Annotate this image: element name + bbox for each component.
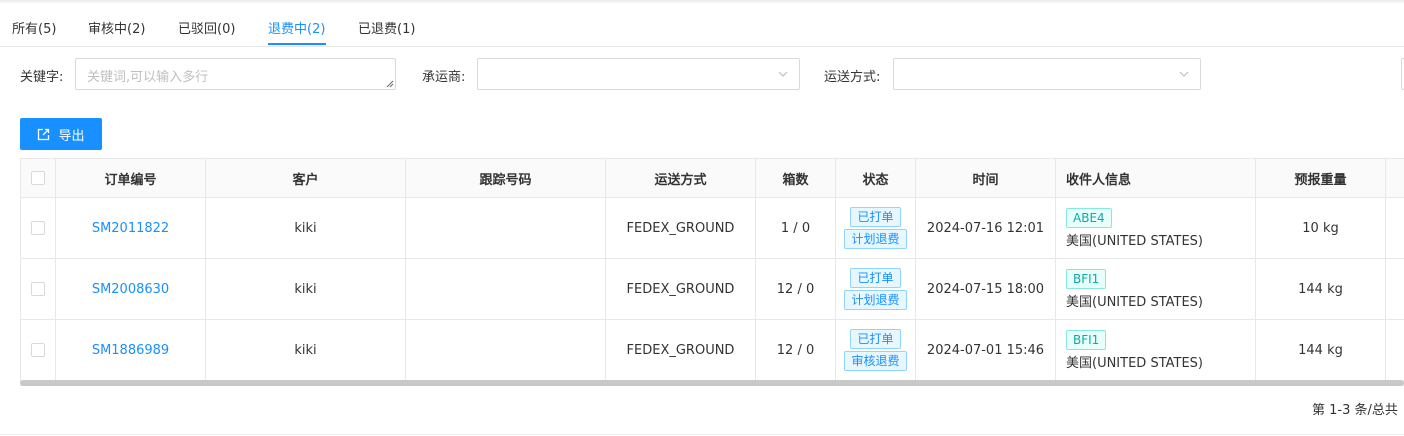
order-no-cell: SM2008630 (56, 259, 206, 319)
table-header: 订单编号 客户 跟踪号码 运送方式 箱数 状态 时间 收件人信息 预报重量 (20, 158, 1404, 198)
row-checkbox[interactable] (31, 282, 45, 296)
resize-grip-icon[interactable] (386, 80, 394, 88)
order-no-cell: SM2011822 (56, 198, 206, 258)
horizontal-scrollbar[interactable] (20, 380, 1404, 386)
select-all-cell (20, 159, 56, 197)
warehouse-code-badge: ABE4 (1066, 207, 1112, 228)
status-tabs: 所有(5) 审核中(2) 已驳回(0) 退费中(2) 已退费(1) (0, 0, 1404, 47)
row-select-cell (20, 198, 56, 258)
scrollbar-thumb[interactable] (20, 380, 1404, 386)
order-no-link[interactable]: SM1886989 (92, 343, 169, 358)
row-checkbox[interactable] (31, 343, 45, 357)
export-button-label: 导出 (58, 128, 85, 144)
col-boxes[interactable]: 箱数 (756, 159, 836, 197)
recipient-cell: BFI1 美国(UNITED STATES) (1056, 259, 1256, 319)
order-no-link[interactable]: SM2011822 (92, 221, 169, 236)
carrier-label: 承运商: (422, 70, 466, 85)
tab-refunded[interactable]: 已退费(1) (358, 18, 415, 37)
recipient-country: 美国(UNITED STATES) (1066, 233, 1203, 249)
col-order-no[interactable]: 订单编号 (56, 159, 206, 197)
table-row: SM2008630 kiki FEDEX_GROUND 12 / 0 已打单 计… (20, 259, 1404, 320)
page: 所有(5) 审核中(2) 已驳回(0) 退费中(2) 已退费(1) 关键字: 关… (0, 0, 1404, 436)
overflow-cell (1386, 320, 1404, 380)
tab-rejected[interactable]: 已驳回(0) (178, 18, 235, 37)
chevron-down-icon (778, 71, 788, 77)
tracking-cell (406, 320, 606, 380)
active-tab-indicator (268, 43, 326, 45)
col-customer[interactable]: 客户 (206, 159, 406, 197)
select-all-checkbox[interactable] (31, 171, 45, 185)
keyword-placeholder: 关键词,可以输入多行 (87, 70, 209, 85)
row-checkbox[interactable] (31, 221, 45, 235)
tab-all[interactable]: 所有(5) (12, 18, 56, 37)
status-badge: 审核退费 (844, 351, 907, 371)
keyword-label: 关键字: (20, 70, 64, 85)
col-status[interactable]: 状态 (836, 159, 916, 197)
pagination-summary: 第 1-3 条/总共 (1312, 403, 1398, 418)
recipient-country: 美国(UNITED STATES) (1066, 355, 1203, 371)
boxes-cell: 12 / 0 (756, 320, 836, 380)
status-badge: 计划退费 (844, 290, 907, 310)
export-icon (38, 128, 50, 140)
tab-refunding[interactable]: 退费中(2) (268, 18, 325, 37)
recipient-country: 美国(UNITED STATES) (1066, 294, 1203, 310)
customer-cell: kiki (206, 320, 406, 380)
overflow-cell (1386, 198, 1404, 258)
col-recipient[interactable]: 收件人信息 (1056, 159, 1256, 197)
time-cell: 2024-07-16 12:01 (916, 198, 1056, 258)
order-no-link[interactable]: SM2008630 (92, 282, 169, 297)
chevron-down-icon (1179, 71, 1189, 77)
status-cell: 已打单 审核退费 (836, 320, 916, 380)
weight-cell: 144 kg (1256, 259, 1386, 319)
boxes-cell: 12 / 0 (756, 259, 836, 319)
customer-cell: kiki (206, 259, 406, 319)
keyword-textarea[interactable]: 关键词,可以输入多行 (75, 58, 396, 90)
overflow-cell (1386, 259, 1404, 319)
recipient-cell: BFI1 美国(UNITED STATES) (1056, 320, 1256, 380)
warehouse-code-badge: BFI1 (1066, 329, 1107, 350)
time-cell: 2024-07-01 15:46 (916, 320, 1056, 380)
carrier-select[interactable] (477, 58, 800, 90)
status-cell: 已打单 计划退费 (836, 259, 916, 319)
time-cell: 2024-07-15 18:00 (916, 259, 1056, 319)
boxes-cell: 1 / 0 (756, 198, 836, 258)
shipping-method-select[interactable] (893, 58, 1201, 90)
table-row: SM2011822 kiki FEDEX_GROUND 1 / 0 已打单 计划… (20, 198, 1404, 259)
shipping-method-label: 运送方式: (824, 70, 881, 85)
shipping-cell: FEDEX_GROUND (606, 198, 756, 258)
status-badge: 已打单 (850, 207, 901, 227)
row-select-cell (20, 259, 56, 319)
status-badge: 已打单 (850, 268, 901, 288)
status-cell: 已打单 计划退费 (836, 198, 916, 258)
divider (0, 434, 1404, 435)
status-badge: 计划退费 (844, 229, 907, 249)
col-weight[interactable]: 预报重量 (1256, 159, 1386, 197)
table-row: SM1886989 kiki FEDEX_GROUND 12 / 0 已打单 审… (20, 320, 1404, 381)
tracking-cell (406, 198, 606, 258)
shipping-cell: FEDEX_GROUND (606, 320, 756, 380)
col-overflow (1386, 159, 1404, 197)
customer-cell: kiki (206, 198, 406, 258)
export-button[interactable]: 导出 (20, 118, 102, 150)
status-badge: 已打单 (850, 329, 901, 349)
shipping-cell: FEDEX_GROUND (606, 259, 756, 319)
col-tracking[interactable]: 跟踪号码 (406, 159, 606, 197)
col-time[interactable]: 时间 (916, 159, 1056, 197)
weight-cell: 144 kg (1256, 320, 1386, 380)
order-no-cell: SM1886989 (56, 320, 206, 380)
tab-reviewing[interactable]: 审核中(2) (88, 18, 145, 37)
weight-cell: 10 kg (1256, 198, 1386, 258)
tracking-cell (406, 259, 606, 319)
recipient-cell: ABE4 美国(UNITED STATES) (1056, 198, 1256, 258)
warehouse-code-badge: BFI1 (1066, 268, 1107, 289)
row-select-cell (20, 320, 56, 380)
col-shipping[interactable]: 运送方式 (606, 159, 756, 197)
refund-orders-table: 订单编号 客户 跟踪号码 运送方式 箱数 状态 时间 收件人信息 预报重量 SM… (20, 158, 1404, 386)
